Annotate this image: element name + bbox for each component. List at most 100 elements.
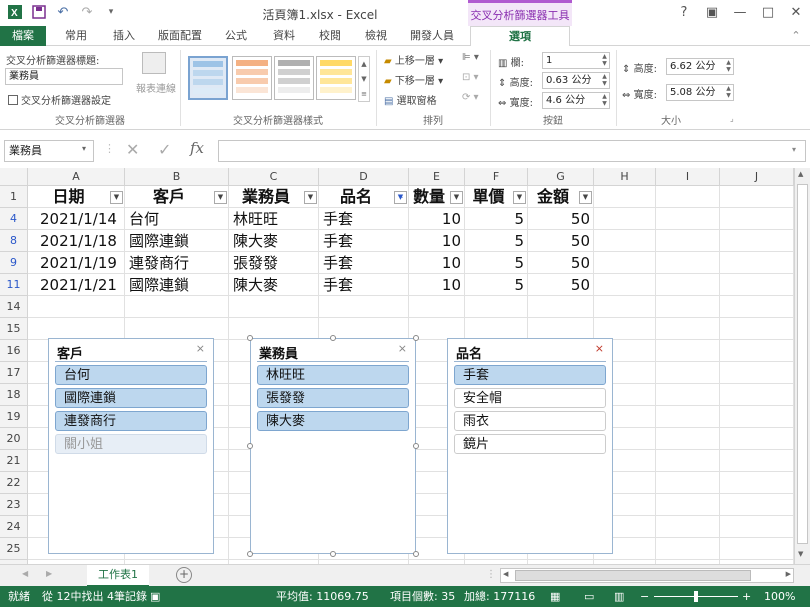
- scroll-down-icon[interactable]: ▼: [798, 550, 803, 558]
- data-cell[interactable]: 陳大麥: [233, 274, 319, 296]
- resize-handle[interactable]: [413, 335, 419, 341]
- data-cell[interactable]: 2021/1/18: [40, 230, 125, 252]
- slicer-caption-input[interactable]: 業務員: [5, 68, 123, 85]
- slicer-product[interactable]: 品名 ⨯ 手套 安全帽 雨衣 鏡片: [447, 338, 613, 554]
- report-connections-button[interactable]: 報表連線: [136, 52, 176, 104]
- resize-handle[interactable]: [330, 335, 336, 341]
- scroll-right-icon[interactable]: ▶: [786, 570, 791, 578]
- tab-home[interactable]: 常用: [56, 26, 96, 46]
- tab-review[interactable]: 校閱: [310, 26, 350, 46]
- column-header[interactable]: H: [594, 168, 656, 186]
- filter-dropdown-icon[interactable]: ▼: [304, 191, 317, 204]
- header-cell[interactable]: 金額: [528, 186, 578, 208]
- next-sheet-icon[interactable]: ▶: [46, 569, 52, 578]
- header-cell[interactable]: 品名: [319, 186, 393, 208]
- customize-qat-icon[interactable]: ▾: [102, 4, 120, 20]
- slicer-salesperson[interactable]: 業務員 ⨯ 林旺旺 張發發 陳大麥: [250, 338, 416, 554]
- filter-dropdown-icon[interactable]: ▼: [513, 191, 526, 204]
- row-header[interactable]: 16: [0, 340, 28, 362]
- data-cell[interactable]: 2021/1/21: [40, 274, 125, 296]
- slicer-style-yellow[interactable]: [316, 56, 356, 100]
- resize-handle[interactable]: [413, 551, 419, 557]
- header-cell[interactable]: 客戶: [125, 186, 213, 208]
- button-height-input[interactable]: 0.63 公分 ▲ ▼: [542, 72, 610, 89]
- minimize-icon[interactable]: —: [726, 0, 754, 26]
- row-header[interactable]: 4: [0, 208, 28, 230]
- insert-function-icon[interactable]: fx: [190, 139, 204, 157]
- row-header[interactable]: 23: [0, 494, 28, 516]
- data-cell[interactable]: 手套: [323, 252, 409, 274]
- data-cell[interactable]: 2021/1/19: [40, 252, 125, 274]
- rotate-icon[interactable]: ⟳ ▾: [462, 92, 479, 103]
- horizontal-scrollbar[interactable]: ◀ ▶: [500, 568, 794, 583]
- column-header[interactable]: E: [409, 168, 465, 186]
- filter-dropdown-icon[interactable]: ▼: [214, 191, 227, 204]
- spin-icon[interactable]: ▲ ▼: [724, 59, 733, 74]
- header-cell[interactable]: 單價: [465, 186, 512, 208]
- clear-filter-icon[interactable]: ⨯: [398, 342, 407, 355]
- data-cell[interactable]: 50: [532, 252, 594, 274]
- data-cell[interactable]: 10: [413, 208, 465, 230]
- scroll-up-icon[interactable]: ▲: [798, 170, 803, 178]
- slicer-style-gray[interactable]: [274, 56, 314, 100]
- column-header[interactable]: I: [656, 168, 720, 186]
- slicer-customer[interactable]: 客戶 ⨯ 台何 國際連鎖 連發商行 關小姐: [48, 338, 214, 554]
- align-icon[interactable]: ⊫ ▾: [462, 52, 479, 63]
- data-cell[interactable]: 手套: [323, 208, 409, 230]
- row-header[interactable]: 15: [0, 318, 28, 340]
- column-header[interactable]: G: [528, 168, 594, 186]
- slicer-item[interactable]: 關小姐: [55, 434, 207, 454]
- slicer-item[interactable]: 連發商行: [55, 411, 207, 431]
- row-header[interactable]: 24: [0, 516, 28, 538]
- scroll-thumb[interactable]: [797, 184, 808, 544]
- data-cell[interactable]: 5: [469, 230, 528, 252]
- column-header[interactable]: F: [465, 168, 528, 186]
- zoom-slider-thumb[interactable]: [694, 591, 698, 602]
- row-header[interactable]: 20: [0, 428, 28, 450]
- resize-handle[interactable]: [413, 443, 419, 449]
- column-header[interactable]: D: [319, 168, 409, 186]
- page-layout-view-icon[interactable]: ▭: [584, 586, 594, 607]
- clear-filter-icon[interactable]: ⨯: [595, 342, 604, 355]
- data-cell[interactable]: 50: [532, 208, 594, 230]
- name-box[interactable]: 業務員: [4, 140, 94, 162]
- data-cell[interactable]: 50: [532, 274, 594, 296]
- save-icon[interactable]: [30, 4, 48, 20]
- data-cell[interactable]: 5: [469, 208, 528, 230]
- row-header[interactable]: 11: [0, 274, 28, 296]
- tab-page-layout[interactable]: 版面配置: [152, 26, 208, 46]
- selection-pane-button[interactable]: ▤ 選取窗格: [384, 92, 437, 107]
- tab-splitter-icon[interactable]: ⋮: [486, 569, 496, 580]
- header-cell[interactable]: 業務員: [229, 186, 303, 208]
- normal-view-icon[interactable]: ▦: [550, 586, 560, 607]
- data-cell[interactable]: 10: [413, 252, 465, 274]
- row-header[interactable]: 14: [0, 296, 28, 318]
- zoom-level[interactable]: 100%: [764, 586, 795, 607]
- slicer-item[interactable]: 林旺旺: [257, 365, 409, 385]
- data-cell[interactable]: 國際連鎖: [129, 230, 229, 252]
- row-header[interactable]: 22: [0, 472, 28, 494]
- row-header[interactable]: 17: [0, 362, 28, 384]
- tab-options[interactable]: 選項: [470, 26, 570, 47]
- data-cell[interactable]: 陳大麥: [233, 230, 319, 252]
- row-header[interactable]: 18: [0, 384, 28, 406]
- slicer-item[interactable]: 手套: [454, 365, 606, 385]
- vertical-scrollbar[interactable]: ▲ ▼: [794, 168, 810, 564]
- column-header[interactable]: J: [720, 168, 794, 186]
- spin-icon[interactable]: ▲ ▼: [724, 85, 733, 100]
- slicer-style-orange[interactable]: [232, 56, 272, 100]
- row-header[interactable]: 9: [0, 252, 28, 274]
- row-header[interactable]: 1: [0, 186, 28, 208]
- data-cell[interactable]: 2021/1/14: [40, 208, 125, 230]
- data-cell[interactable]: 手套: [323, 230, 409, 252]
- h-scroll-thumb[interactable]: [515, 570, 751, 581]
- height-input[interactable]: 6.62 公分 ▲ ▼: [666, 58, 734, 75]
- clear-filter-icon[interactable]: ⨯: [196, 342, 205, 355]
- data-cell[interactable]: 10: [413, 274, 465, 296]
- data-cell[interactable]: 台何: [129, 208, 229, 230]
- close-icon[interactable]: ✕: [782, 0, 810, 26]
- select-all-corner[interactable]: [0, 168, 28, 186]
- header-cell[interactable]: 數量: [409, 186, 449, 208]
- filter-dropdown-icon[interactable]: ▼: [579, 191, 592, 204]
- tab-formulas[interactable]: 公式: [216, 26, 256, 46]
